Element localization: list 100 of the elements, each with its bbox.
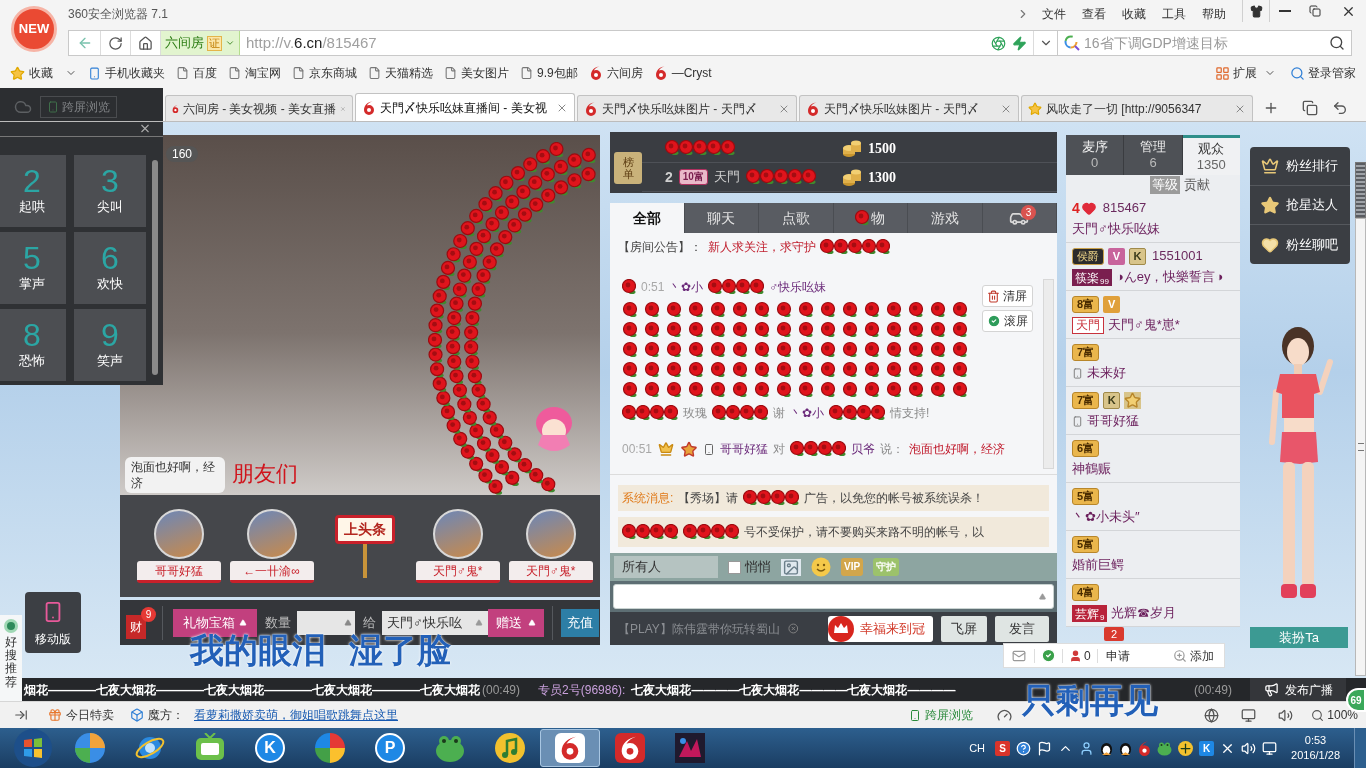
recommend-tab[interactable]: 好搜推荐 (0, 615, 22, 701)
user-name[interactable]: 丶✿小 (790, 404, 824, 422)
apply-button[interactable]: 申请 (1105, 646, 1130, 665)
broadcast-button[interactable]: 发布广播 (1250, 678, 1346, 701)
chat-tool-button[interactable]: 滚屏 (982, 310, 1033, 332)
user-name[interactable]: 丶✿小未头″ (1072, 507, 1140, 527)
monitor-icon[interactable] (1241, 707, 1257, 723)
browser-tab[interactable]: 六间房 - 美女视频 - 美女直播 (165, 95, 353, 121)
sound-key[interactable]: 3 尖叫 (74, 155, 146, 227)
url-field[interactable]: http://v.6.cn/815467 (240, 31, 991, 55)
promo-link[interactable]: 看萝莉撒娇卖萌，御姐唱歌跳舞点这里 (194, 706, 398, 724)
toolbar-button[interactable]: 扩展 (1215, 64, 1276, 82)
user-name[interactable]: 贝爷 (851, 440, 876, 458)
penguin-icon[interactable] (1119, 740, 1133, 756)
recipient-select[interactable]: 天門♂快乐吆 (382, 610, 488, 635)
smiley-icon[interactable] (811, 557, 831, 577)
bookmark[interactable]: 六间房 (588, 64, 643, 82)
monitor-icon[interactable] (1262, 740, 1278, 756)
user-name[interactable]: 未来好 (1087, 363, 1126, 383)
headline-sign[interactable]: 上头条 (334, 514, 395, 578)
bookmark[interactable]: 百度 (176, 64, 217, 82)
help-icon[interactable] (1016, 740, 1032, 756)
clock[interactable]: 0:53 2016/1/28 (1291, 733, 1340, 763)
expand-icon[interactable] (14, 708, 28, 722)
add-button[interactable]: 添加 (1173, 646, 1214, 665)
sound-key[interactable]: 8 恐怖 (0, 309, 66, 381)
start-orb-icon[interactable] (14, 729, 52, 767)
user-name[interactable]: 哥哥好猛 (1087, 411, 1139, 431)
search-box[interactable]: 16省下调GDP增速目标 (1058, 30, 1352, 56)
sound-key[interactable]: 2 起哄 (0, 155, 66, 227)
toolbar-button[interactable]: 登录管家 (1290, 64, 1356, 82)
fly-screen-button[interactable]: 飞屏 (941, 615, 987, 642)
undo-icon[interactable] (1332, 100, 1348, 116)
image-icon[interactable] (781, 558, 801, 576)
lightning-icon[interactable] (1012, 35, 1027, 51)
user-name[interactable]: 婚前巨鳄 (1072, 555, 1124, 575)
taskbar-app[interactable]: K (240, 729, 300, 767)
penguin-icon[interactable] (1100, 740, 1114, 756)
browser-tab[interactable]: 天門〆快乐吆妹直播间 - 美女视 (355, 93, 575, 121)
menu-item[interactable]: 帮助 (1194, 2, 1234, 26)
crown-button[interactable]: 幸福来到冠 (828, 615, 934, 642)
person-icon[interactable] (1079, 740, 1095, 756)
user-name[interactable]: 哥哥好猛 (720, 440, 769, 458)
menu-item[interactable]: 工具 (1154, 2, 1194, 26)
search-field[interactable]: 16省下调GDP增速目标 (1084, 32, 1325, 54)
fan-tool-button[interactable]: 粉丝聊吧 (1250, 225, 1350, 264)
plus-icon[interactable] (1178, 740, 1194, 756)
volume-icon[interactable] (1278, 707, 1294, 723)
tab-list-icon[interactable] (1302, 100, 1318, 116)
user-name[interactable]: 光辉☎岁月 (1111, 603, 1177, 623)
taskbar-app[interactable] (540, 729, 600, 767)
audience-tab[interactable]: 观众 1350 (1182, 135, 1240, 175)
user-name[interactable]: 神鶴赈 (1072, 459, 1111, 479)
skin-button[interactable] (1242, 0, 1270, 22)
deals-button[interactable]: 今日特卖 (48, 706, 114, 724)
bookmark[interactable]: 京东商城 (292, 64, 357, 82)
user-name[interactable]: 天門♂快乐吆妹 (1072, 219, 1160, 239)
mobile-version-button[interactable]: 移动版 (25, 592, 81, 653)
browser-logo[interactable]: NEW (11, 6, 57, 52)
audience-tab[interactable]: 麦序 0 (1066, 135, 1125, 175)
recipient-select[interactable]: 所有人 (614, 556, 718, 578)
sound-key[interactable]: 9 笑声 (74, 309, 146, 381)
sound-key[interactable]: 5 掌声 (0, 232, 66, 304)
bookmark[interactable]: 美女图片 (444, 64, 509, 82)
sort-button[interactable]: 贡献 (1182, 176, 1212, 194)
recharge-button[interactable]: 充值 (561, 608, 599, 637)
browser-tab[interactable]: 天門〆快乐吆妹图片 - 天門〆 (577, 95, 797, 121)
spinner-button[interactable] (341, 610, 355, 635)
chat-tab[interactable]: 全部 (610, 203, 685, 233)
fan-tool-button[interactable]: 粉丝排行 (1250, 147, 1350, 186)
cross-screen-button[interactable]: 跨屏浏览 (909, 706, 974, 724)
bookmark[interactable]: 9.9包邮 (520, 64, 578, 82)
bookmark[interactable]: 收藏 (10, 64, 77, 82)
search-icon[interactable] (1329, 35, 1345, 51)
page-scrollbar[interactable] (1355, 218, 1366, 676)
bookmark[interactable]: —Cryst (653, 64, 712, 82)
checkbox[interactable] (728, 560, 741, 574)
fan-tool-button[interactable]: 抢星达人 (1250, 186, 1350, 225)
audience-tab[interactable]: 管理 6 (1124, 135, 1183, 175)
close-icon[interactable] (138, 122, 152, 135)
menu-item[interactable]: 文件 (1034, 2, 1074, 26)
chat-scrollbar[interactable] (1043, 279, 1054, 469)
sound-key[interactable]: 6 欢快 (74, 232, 146, 304)
mail-icon[interactable] (1012, 648, 1026, 663)
bookmark[interactable]: 手机收藏夹 (88, 64, 165, 82)
shutter-icon[interactable] (991, 35, 1006, 51)
menu-item[interactable]: 收藏 (1114, 2, 1154, 26)
send-gift-button[interactable]: 赠送 (488, 608, 544, 637)
user-name[interactable]: 天門♂鬼*崽* (1108, 315, 1180, 335)
user-name[interactable]: 丶✿小 (669, 278, 704, 296)
new-tab-icon[interactable] (1263, 100, 1279, 116)
flag-icon[interactable] (1037, 740, 1053, 756)
ranking-tab[interactable]: 榜单 (614, 152, 642, 184)
wealth-tag[interactable]: 财 (126, 614, 146, 639)
user-name[interactable]: ◑んey，快樂誓言◑ (1115, 267, 1224, 287)
taskbar-app[interactable]: P (360, 729, 420, 767)
bookmark[interactable]: 淘宝网 (228, 64, 281, 82)
language-indicator[interactable]: CH (969, 739, 986, 757)
quantity-field[interactable] (297, 610, 341, 635)
send-button[interactable]: 发言 (994, 615, 1049, 642)
